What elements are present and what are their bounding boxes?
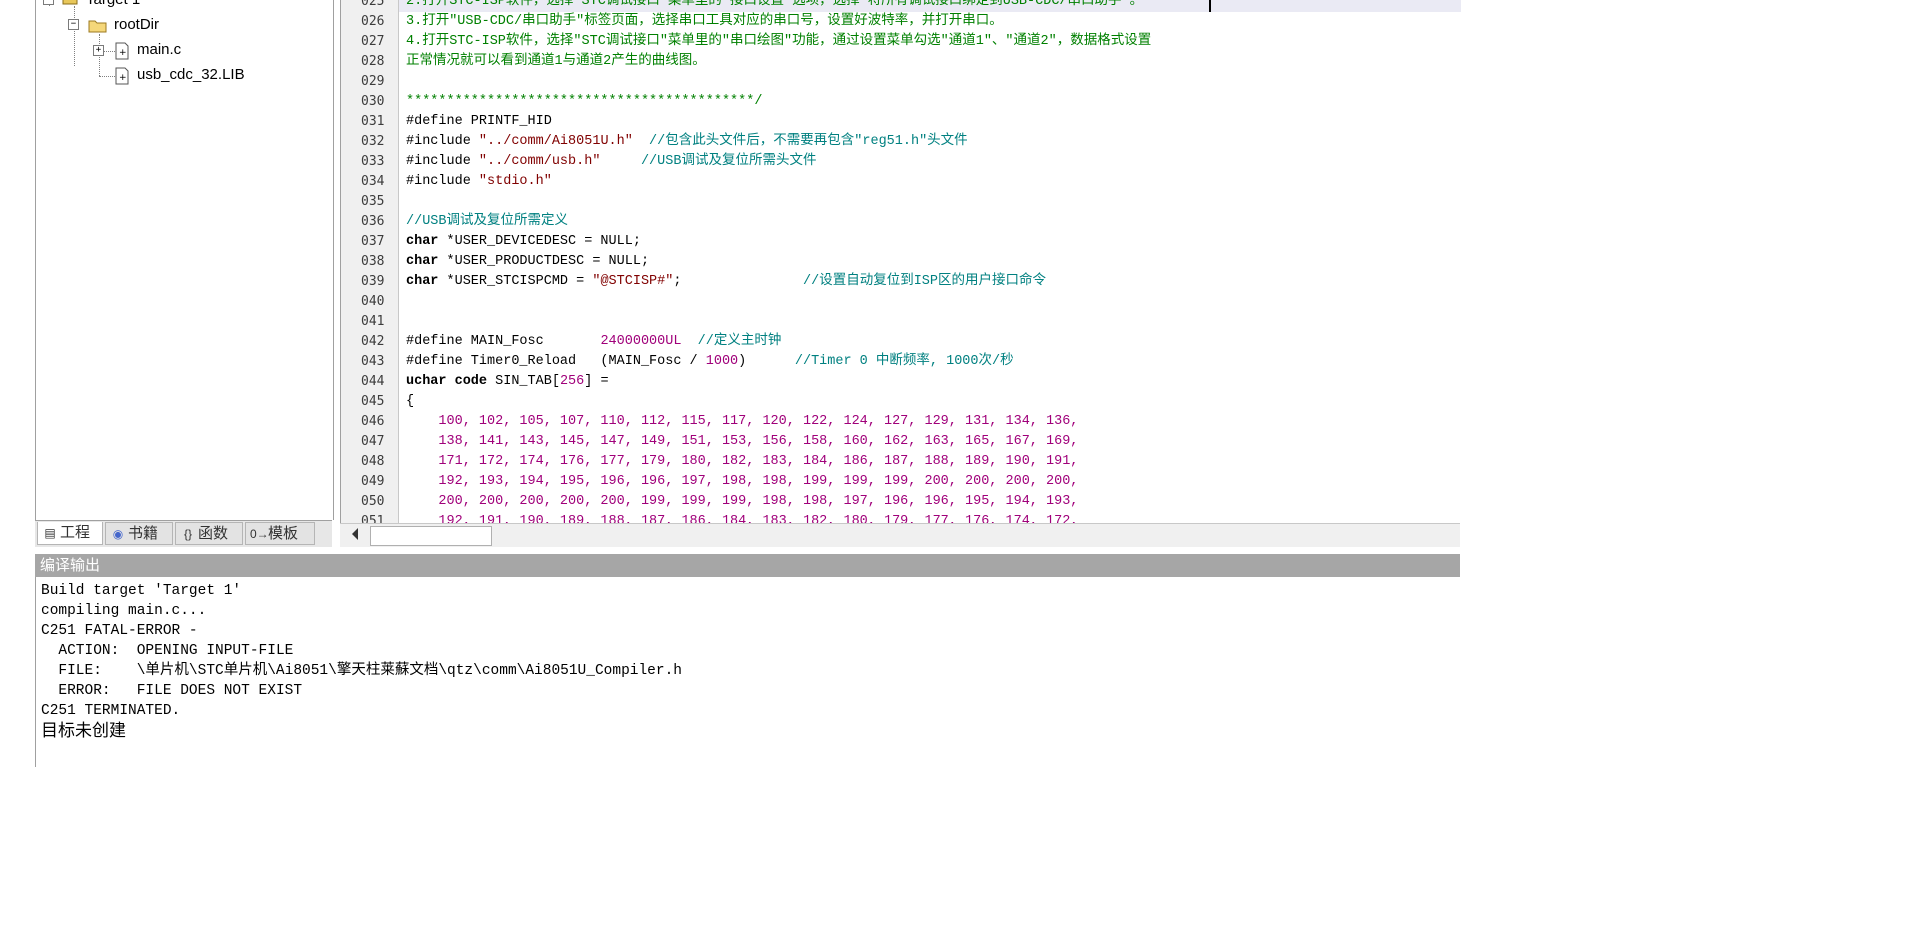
code-line-033: #include "../comm/usb.h" //USB调试及复位所需头文件 bbox=[406, 154, 817, 169]
folder-icon bbox=[88, 20, 107, 33]
line-number: 029 bbox=[361, 74, 385, 89]
line-number: 031 bbox=[361, 114, 385, 129]
line-number: 044 bbox=[361, 374, 385, 389]
code-line-042: #define MAIN_Fosc 24000000UL //定义主时钟 bbox=[406, 334, 782, 349]
svg-text:+: + bbox=[119, 73, 127, 83]
line-number: 036 bbox=[361, 214, 385, 229]
line-number: 048 bbox=[361, 454, 385, 469]
output-line: C251 TERMINATED. bbox=[41, 703, 181, 719]
tree-item-target[interactable]: Target 1 bbox=[86, 0, 140, 9]
build-output[interactable]: Build target 'Target 1' compiling main.c… bbox=[35, 577, 1461, 767]
tab-books[interactable]: ◉ 书籍 bbox=[105, 522, 173, 545]
tree-item-rootdir[interactable]: rootDir bbox=[114, 16, 159, 34]
c-file-icon: + bbox=[115, 42, 129, 60]
line-number: 027 bbox=[361, 34, 385, 49]
line-number: 045 bbox=[361, 394, 385, 409]
line-number: 028 bbox=[361, 54, 385, 69]
code-line-044: uchar code SIN_TAB[256] = bbox=[406, 374, 609, 389]
line-number: 025 bbox=[361, 0, 385, 9]
scrollbar-thumb[interactable] bbox=[370, 526, 492, 546]
code-line-026: 3.打开"USB-CDC/串口助手"标签页面，选择串口工具对应的串口号，设置好波… bbox=[406, 14, 1003, 29]
line-number: 026 bbox=[361, 14, 385, 29]
line-number: 049 bbox=[361, 474, 385, 489]
collapse-target-toggle[interactable]: − bbox=[43, 0, 54, 5]
scroll-left-arrow-icon[interactable] bbox=[352, 528, 358, 540]
line-number-gutter: 025 026 027 028 029 030 031 032 033 034 … bbox=[341, 0, 399, 523]
panel-tab-bar: ▤ 工程 ◉ 书籍 {} 函数 0→模板 bbox=[35, 520, 332, 547]
code-line-034: #include "stdio.h" bbox=[406, 174, 552, 189]
output-line: Build target 'Target 1' bbox=[41, 583, 242, 599]
line-number: 041 bbox=[361, 314, 385, 329]
lib-file-icon: + bbox=[115, 67, 129, 85]
project-panel: − Target 1 − rootDir + + main.c + usb_cd… bbox=[35, 0, 334, 520]
code-line-045: { bbox=[406, 394, 415, 409]
code-line-025: 2.打开STC-ISP软件，选择"STC调试接口"菜单里的"接口设置"选项，选择… bbox=[406, 0, 1144, 9]
code-editor[interactable]: 025 026 027 028 029 030 031 032 033 034 … bbox=[340, 0, 1461, 523]
code-line-039: char *USER_STCISPCMD = "@STCISP#"; //设置自… bbox=[406, 274, 1046, 289]
editor-horizontal-scrollbar[interactable] bbox=[340, 523, 1460, 547]
project-icon: ▤ bbox=[44, 526, 56, 540]
line-number: 051 bbox=[361, 514, 385, 523]
code-line-049: 192, 193, 194, 195, 196, 196, 197, 198, … bbox=[406, 474, 1079, 489]
output-line: ERROR: FILE DOES NOT EXIST bbox=[41, 683, 303, 699]
code-line-030: ****************************************… bbox=[406, 94, 763, 109]
line-number: 037 bbox=[361, 234, 385, 249]
line-number: 035 bbox=[361, 194, 385, 209]
line-number: 033 bbox=[361, 154, 385, 169]
code-line-038: char *USER_PRODUCTDESC = NULL; bbox=[406, 254, 650, 269]
output-line: ACTION: OPENING INPUT-FILE bbox=[41, 643, 294, 659]
books-icon: ◉ bbox=[112, 527, 124, 541]
line-number: 034 bbox=[361, 174, 385, 189]
line-number: 042 bbox=[361, 334, 385, 349]
line-number: 047 bbox=[361, 434, 385, 449]
code-line-046: 100, 102, 105, 107, 110, 112, 115, 117, … bbox=[406, 414, 1079, 429]
build-status-text: 目标未创建 bbox=[41, 721, 126, 741]
tree-item-usb-cdc-lib[interactable]: usb_cdc_32.LIB bbox=[137, 66, 245, 84]
functions-icon: {} bbox=[183, 527, 192, 541]
collapse-rootdir-toggle[interactable]: − bbox=[68, 19, 79, 30]
code-line-043: #define Timer0_Reload (MAIN_Fosc / 1000)… bbox=[406, 354, 1014, 369]
output-line: compiling main.c... bbox=[41, 603, 207, 619]
tree-item-main-c[interactable]: main.c bbox=[137, 41, 181, 59]
output-line: FILE: \单片机\STC单片机\Ai8051\擎天柱莱蘇文档\qtz\com… bbox=[41, 663, 682, 679]
target-icon bbox=[62, 0, 78, 5]
code-line-037: char *USER_DEVICEDESC = NULL; bbox=[406, 234, 641, 249]
line-number: 030 bbox=[361, 94, 385, 109]
expand-main-c-toggle[interactable]: + bbox=[93, 45, 104, 56]
line-number: 040 bbox=[361, 294, 385, 309]
svg-text:+: + bbox=[119, 48, 127, 58]
line-number: 043 bbox=[361, 354, 385, 369]
output-panel-title: 编译输出 bbox=[35, 554, 1460, 577]
code-line-031: #define PRINTF_HID bbox=[406, 114, 552, 129]
code-line-051: 192, 191, 190, 189, 188, 187, 186, 184, … bbox=[406, 514, 1079, 523]
line-number: 039 bbox=[361, 274, 385, 289]
tab-functions[interactable]: {} 函数 bbox=[175, 522, 243, 545]
code-line-027: 4.打开STC-ISP软件，选择"STC调试接口"菜单里的"串口绘图"功能，通过… bbox=[406, 34, 1152, 49]
line-number: 050 bbox=[361, 494, 385, 509]
templates-icon: 0→ bbox=[250, 527, 269, 541]
tab-templates[interactable]: 0→模板 bbox=[245, 522, 315, 545]
code-line-050: 200, 200, 200, 200, 200, 199, 199, 199, … bbox=[406, 494, 1079, 509]
text-cursor bbox=[1209, 0, 1211, 12]
code-line-028: 正常情况就可以看到通道1与通道2产生的曲线图。 bbox=[406, 54, 706, 69]
code-line-048: 171, 172, 174, 176, 177, 179, 180, 182, … bbox=[406, 454, 1079, 469]
line-number: 046 bbox=[361, 414, 385, 429]
tab-project[interactable]: ▤ 工程 bbox=[37, 522, 103, 545]
line-number: 038 bbox=[361, 254, 385, 269]
output-line: C251 FATAL-ERROR - bbox=[41, 623, 198, 639]
code-line-036: //USB调试及复位所需定义 bbox=[406, 214, 569, 229]
code-line-032: #include "../comm/Ai8051U.h" //包含此头文件后，不… bbox=[406, 134, 968, 149]
line-number: 032 bbox=[361, 134, 385, 149]
code-line-047: 138, 141, 143, 145, 147, 149, 151, 153, … bbox=[406, 434, 1079, 449]
